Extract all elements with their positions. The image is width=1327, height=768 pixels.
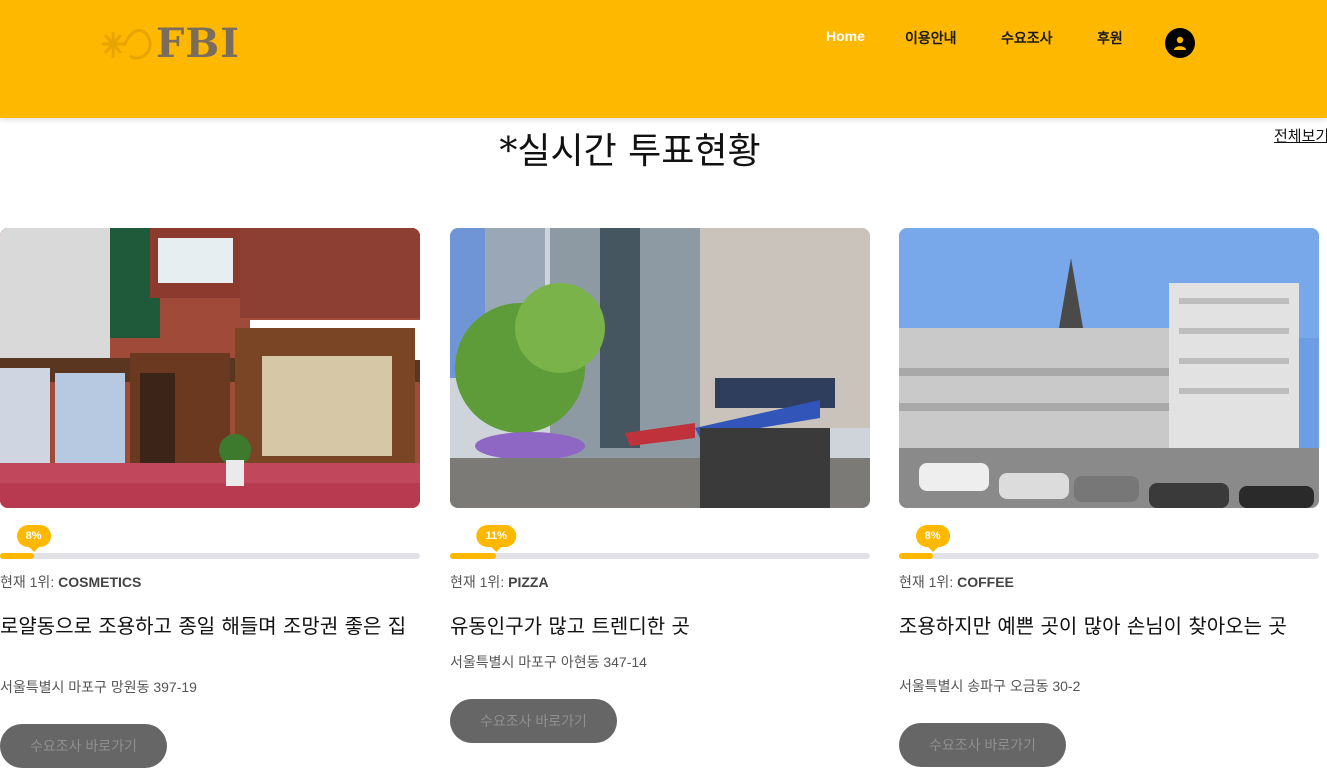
card-title: 조용하지만 예쁜 곳이 많아 손님이 찾아오는 곳 [899, 614, 1287, 638]
vote-progress-fill [899, 553, 933, 559]
vote-percent-badge: 11% [476, 525, 516, 552]
nav-sponsor[interactable]: 후원 [1097, 28, 1123, 48]
current-rank: 현재 1위: COSMETICS [0, 574, 142, 590]
card-title: 로얄동으로 조용하고 종일 해들며 조망권 좋은 집 [0, 614, 407, 638]
vote-progress: 8% [899, 525, 1319, 559]
vote-card: 8% 현재 1위: COFFEE 조용하지만 예쁜 곳이 많아 손님이 찾아오는… [899, 228, 1319, 767]
card-address: 서울특별시 송파구 오금동 30-2 [899, 678, 1081, 694]
nav-guide[interactable]: 이용안내 [905, 28, 957, 48]
vote-progress: 11% [450, 525, 870, 559]
vote-card: 8% 현재 1위: COSMETICS 로얄동으로 조용하고 종일 해들며 조망… [0, 228, 420, 768]
user-button[interactable] [1165, 28, 1195, 58]
building-photo [899, 228, 1319, 508]
vote-card: 11% 현재 1위: PIZZA 유동인구가 많고 트렌디한 곳 서울특별시 마… [450, 228, 870, 743]
logo-mark-icon [102, 29, 152, 60]
current-rank: 현재 1위: COFFEE [899, 574, 1014, 590]
street-photo [450, 228, 870, 508]
card-address: 서울특별시 마포구 아현동 347-14 [450, 654, 647, 670]
vote-progress-fill [0, 553, 34, 559]
card-address: 서울특별시 마포구 망원동 397-19 [0, 679, 197, 695]
view-all-link[interactable]: 전체보기 [1274, 125, 1327, 146]
card-image[interactable] [899, 228, 1319, 508]
vote-percent-badge: 8% [16, 525, 51, 552]
nav-home[interactable]: Home [826, 28, 865, 44]
survey-button[interactable]: 수요조사 바로가기 [899, 723, 1066, 767]
card-image[interactable] [450, 228, 870, 508]
logo-text: FBI [156, 20, 240, 67]
vote-percent-badge: 8% [915, 525, 950, 552]
storefront-photo [0, 228, 420, 508]
current-rank: 현재 1위: PIZZA [450, 574, 549, 590]
vote-progress: 8% [0, 525, 420, 559]
user-icon [1174, 36, 1186, 50]
page-title: *실시간 투표현황 [499, 131, 761, 172]
vote-progress-fill [450, 553, 497, 559]
nav-survey[interactable]: 수요조사 [1001, 28, 1053, 48]
header: FBI Home 이용안내 수요조사 후원 [0, 0, 1327, 118]
logo[interactable]: FBI [94, 14, 244, 74]
card-image[interactable] [0, 228, 420, 508]
card-title: 유동인구가 많고 트렌디한 곳 [450, 614, 690, 638]
survey-button[interactable]: 수요조사 바로가기 [450, 699, 617, 743]
survey-button[interactable]: 수요조사 바로가기 [0, 724, 167, 768]
